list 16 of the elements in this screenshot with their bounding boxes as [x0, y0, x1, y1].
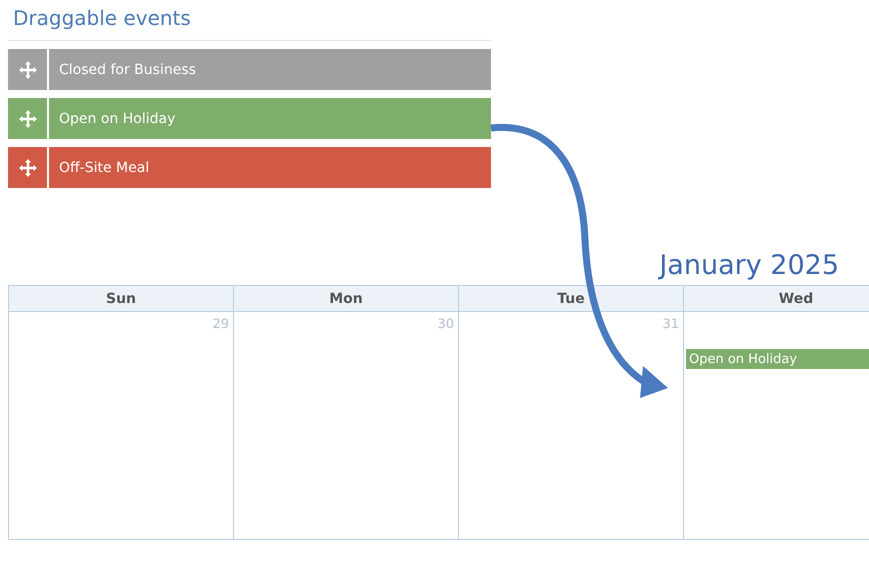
weekday-header: Sun: [9, 286, 234, 312]
weekday-header: Wed: [684, 286, 869, 312]
weekday-header: Mon: [234, 286, 459, 312]
move-icon: [18, 158, 36, 176]
day-number: 29: [212, 316, 230, 334]
day-number: 30: [437, 316, 455, 334]
weekday-header: Tue: [459, 286, 684, 312]
calendar-title: January 2025: [659, 250, 839, 281]
draggable-event[interactable]: Closed for Business: [8, 49, 491, 90]
draggable-event[interactable]: Open on Holiday: [8, 98, 491, 139]
move-icon: [18, 60, 36, 78]
move-icon: [18, 110, 36, 128]
calendar-event[interactable]: Open on Holiday: [686, 349, 869, 369]
day-number: 31: [662, 316, 680, 334]
draggable-event[interactable]: Off-Site Meal: [8, 147, 491, 188]
panel-title: Draggable events: [13, 6, 191, 30]
